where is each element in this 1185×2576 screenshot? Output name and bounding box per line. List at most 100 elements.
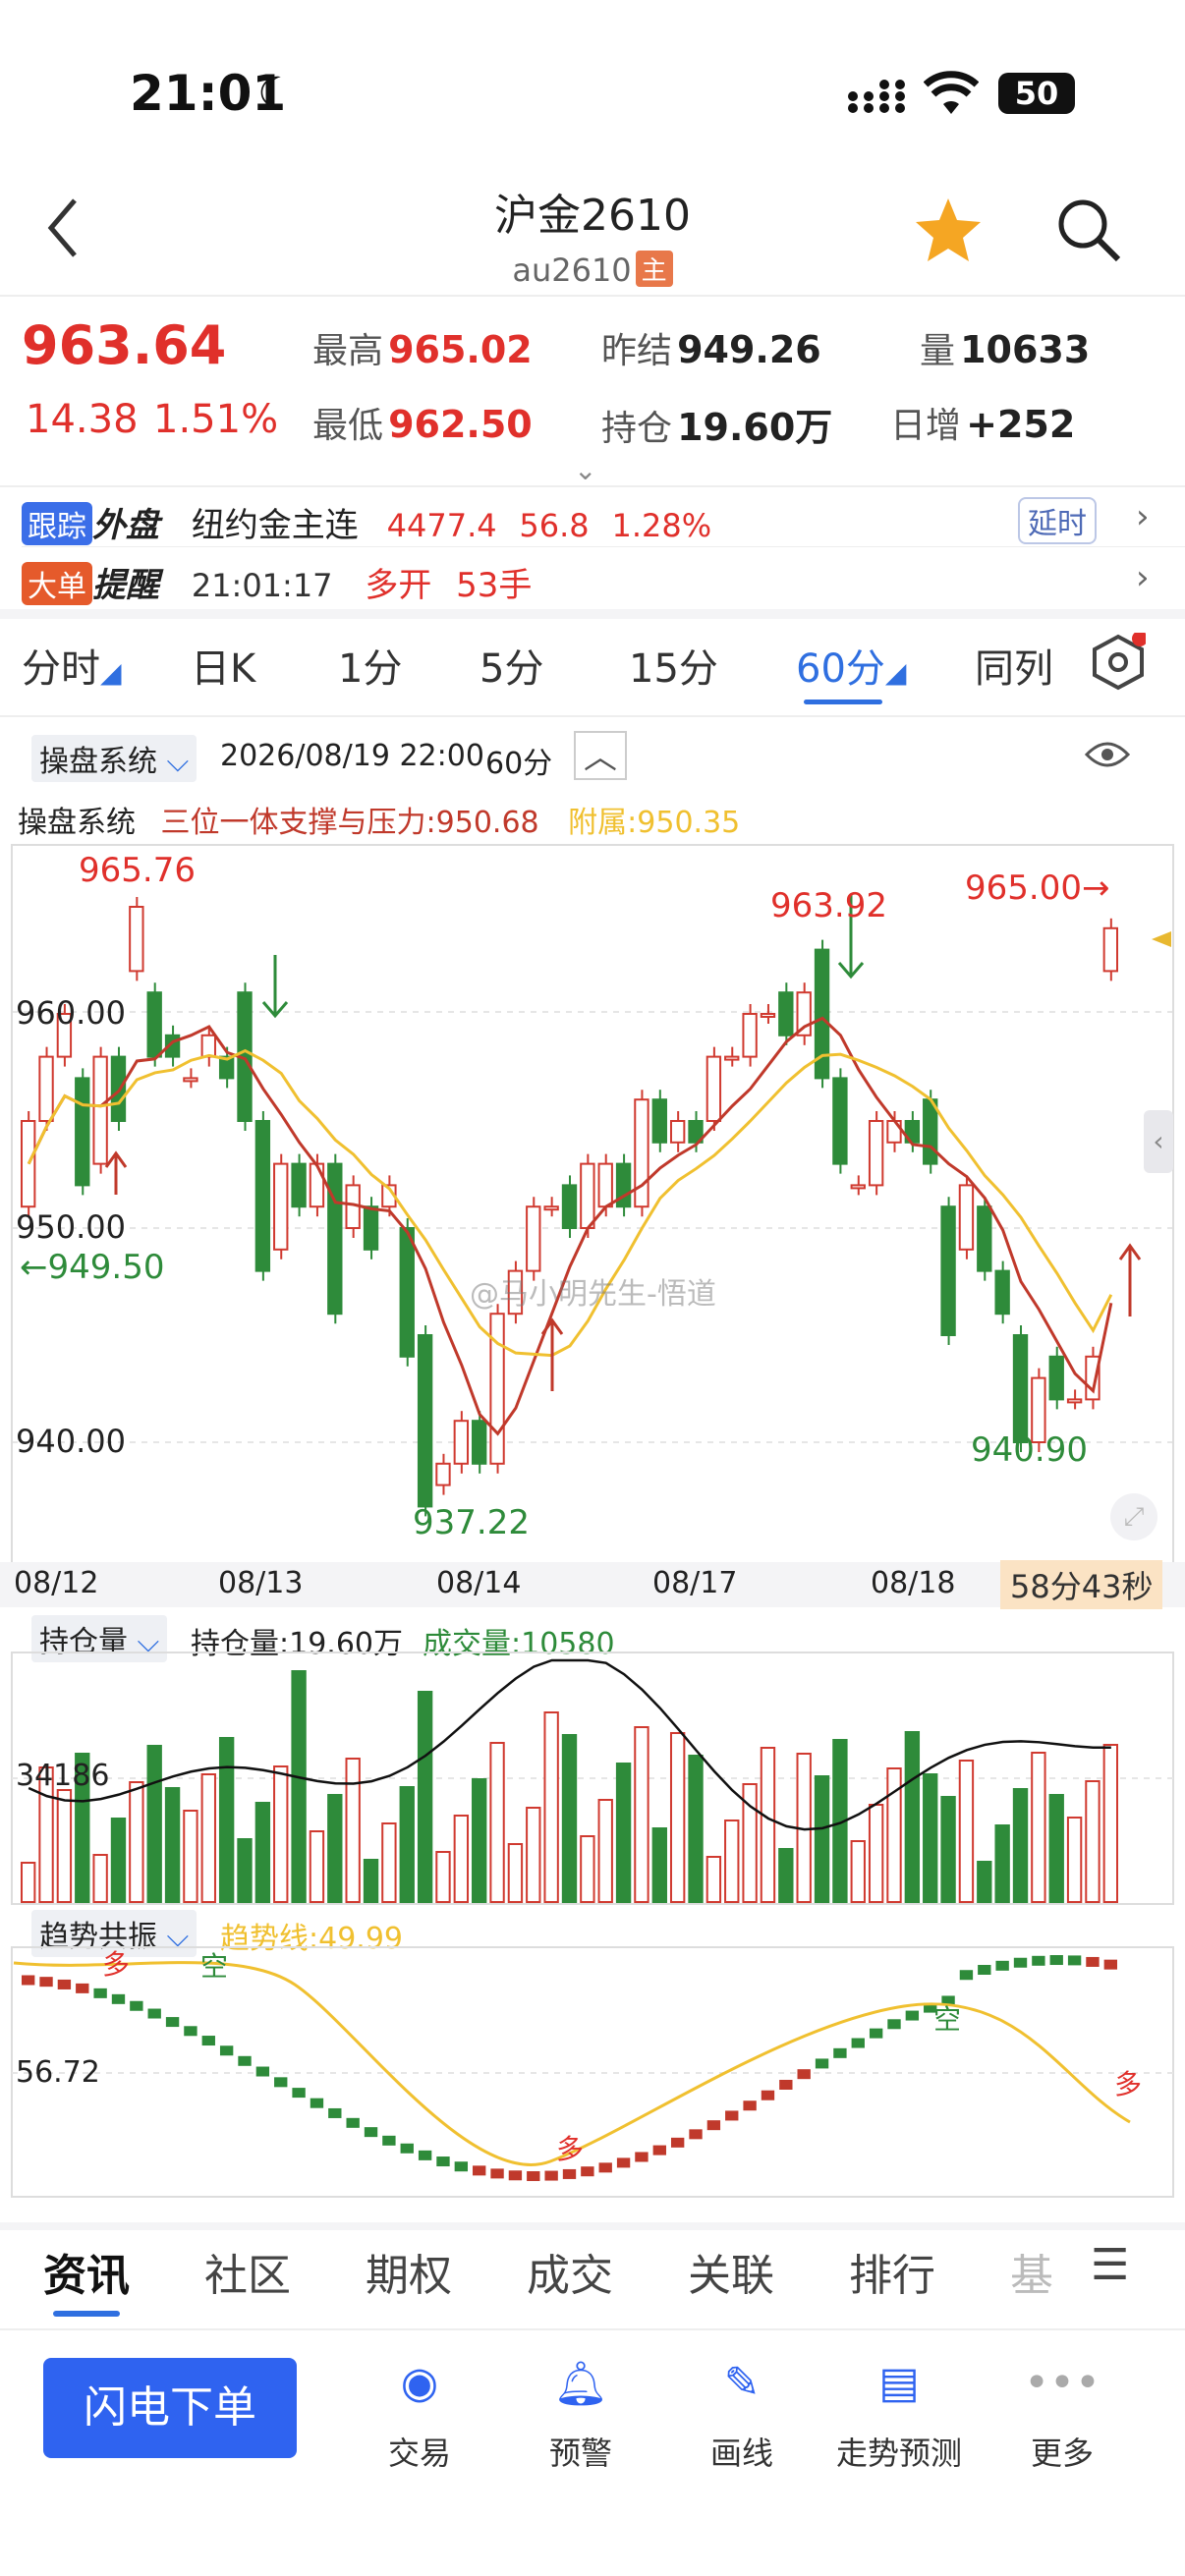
volume-bar [472,1778,487,1903]
expand-icon[interactable]: ⌄ [574,454,596,486]
track-pct: 1.28% [611,507,712,544]
tab-trades[interactable]: 成交 [527,2240,613,2303]
period-tabs: 分时◢ 日K 1分 5分 15分 60分◢ 同列 [0,631,1185,707]
volume-bar [381,1822,397,1903]
menu-icon[interactable]: ☰ [1091,2240,1129,2290]
candle [38,1055,54,1123]
buy-arrow-icon [104,1150,128,1195]
alert-action: 多开 [365,566,432,605]
chart-period: 60分 [485,747,553,781]
candle [417,1334,433,1508]
tab-fundamentals[interactable]: 基 [1010,2240,1053,2303]
volume-bar [435,1851,451,1903]
volume-bar [1031,1752,1046,1903]
trend-block [743,2100,757,2111]
volume-bar [273,1765,289,1903]
bar-countdown: 58分43秒 [1000,1560,1163,1609]
divider [0,609,1185,619]
candle [940,1205,956,1337]
chevron-right-icon[interactable]: › [1136,558,1150,597]
settings-hex-icon[interactable] [1091,631,1148,701]
dock-more[interactable]: ••• 更多 [979,2358,1146,2474]
tab-news[interactable]: 资讯 [43,2240,130,2317]
volume-bar [850,1840,866,1903]
vol-value: 10633 [960,328,1091,371]
quick-order-button[interactable]: 闪电下单 [43,2358,297,2458]
tab-60min[interactable]: 60分◢ [796,637,906,704]
tab-1min[interactable]: 1分 [338,637,402,694]
trend-block [887,2019,901,2030]
trend-block [833,2047,847,2058]
vol-label: 量 [920,331,956,371]
volume-bar [345,1758,361,1903]
trend-mark-short: 空 [200,1950,229,1983]
trend-block [508,2170,523,2181]
trend-block [310,2098,324,2108]
trend-block [364,2127,378,2138]
dock-trade[interactable]: ◉ 交易 [336,2358,503,2474]
dock-alert[interactable]: 🔔︎ 预警 [497,2358,664,2474]
tab-daily[interactable]: 日K [191,637,255,694]
trend-block [616,2157,631,2168]
candle [832,1077,848,1165]
candle [651,1098,667,1144]
tab-5min[interactable]: 5分 [480,637,543,694]
volume-bar [110,1818,127,1903]
candle [669,1120,686,1144]
volume-bar [1102,1744,1119,1903]
tab-related[interactable]: 关联 [688,2240,774,2303]
foreign-track-row[interactable]: 跟踪 外盘 纽约金主连 4477.4 56.8 1.28% [22,498,711,546]
oi-value: 19.60万 [677,406,833,449]
daily-field: 日增 +252 [890,397,1075,448]
search-icon[interactable] [1055,196,1122,267]
tab-fenshi[interactable]: 分时◢ [22,637,122,694]
label-right: 965.00→ [965,868,1110,908]
kline-chart[interactable] [0,806,1185,1592]
tab-options[interactable]: 期权 [366,2240,452,2303]
chevron-right-icon[interactable]: › [1136,497,1150,536]
trend-block [527,2170,540,2181]
tab-15min[interactable]: 15分 [629,637,718,694]
trend-block [581,2166,594,2177]
trend-mark-long: 多 [556,2133,585,2165]
high-label: 最高 [312,331,384,371]
volume-bar [580,1835,595,1903]
price-change-pct: 1.51% [153,397,279,442]
trend-block [255,2066,270,2077]
bell-icon: 🔔︎ [553,2359,608,2409]
tab-ranking[interactable]: 排行 [849,2240,935,2303]
watermark: @马小明先生-悟道 [470,1277,716,1312]
fullscreen-icon[interactable]: ⤢ [1110,1493,1157,1540]
tab-community[interactable]: 社区 [204,2240,291,2303]
big-order-alert-row[interactable]: 大单 提醒 21:01:17 多开 53手 [22,558,532,606]
candle [868,1120,884,1187]
dock-draw[interactable]: ✎ 画线 [658,2358,825,2474]
battery-level: 50 [1014,75,1059,112]
vol-field: 量 10633 [920,322,1090,373]
moon-icon: ☾ [257,69,297,119]
candle [110,1055,127,1123]
trend-block [400,2143,414,2154]
trend-block [851,2038,865,2048]
trend-block [905,2010,920,2021]
trend-block [598,2162,612,2173]
side-collapse-icon[interactable]: ‹ [1144,1110,1173,1173]
date-label: 08/13 [218,1566,304,1600]
volume-bar [489,1742,505,1903]
trend-block [1103,1959,1117,1970]
label-left: ←949.50 [20,1248,165,1287]
battery-icon: 50 [998,73,1075,114]
tab-compare[interactable]: 同列 [975,637,1053,694]
trend-mark-long: 多 [1114,2068,1143,2100]
system-select[interactable]: 操盘系统 ⌵ [31,735,198,782]
price-marker-icon [1152,931,1171,947]
collapse-icon[interactable]: ︿ [574,731,627,780]
star-icon[interactable] [914,196,983,267]
eye-icon[interactable] [1084,739,1131,774]
dock-forecast[interactable]: ▤ 走势预测 [816,2358,983,2474]
volume-bar [254,1802,271,1903]
trend-mark-short: 空 [933,2003,962,2036]
volume-bar [92,1854,108,1903]
trend-mark-long: 多 [102,1948,131,1981]
book-icon: ▤ [878,2358,920,2408]
